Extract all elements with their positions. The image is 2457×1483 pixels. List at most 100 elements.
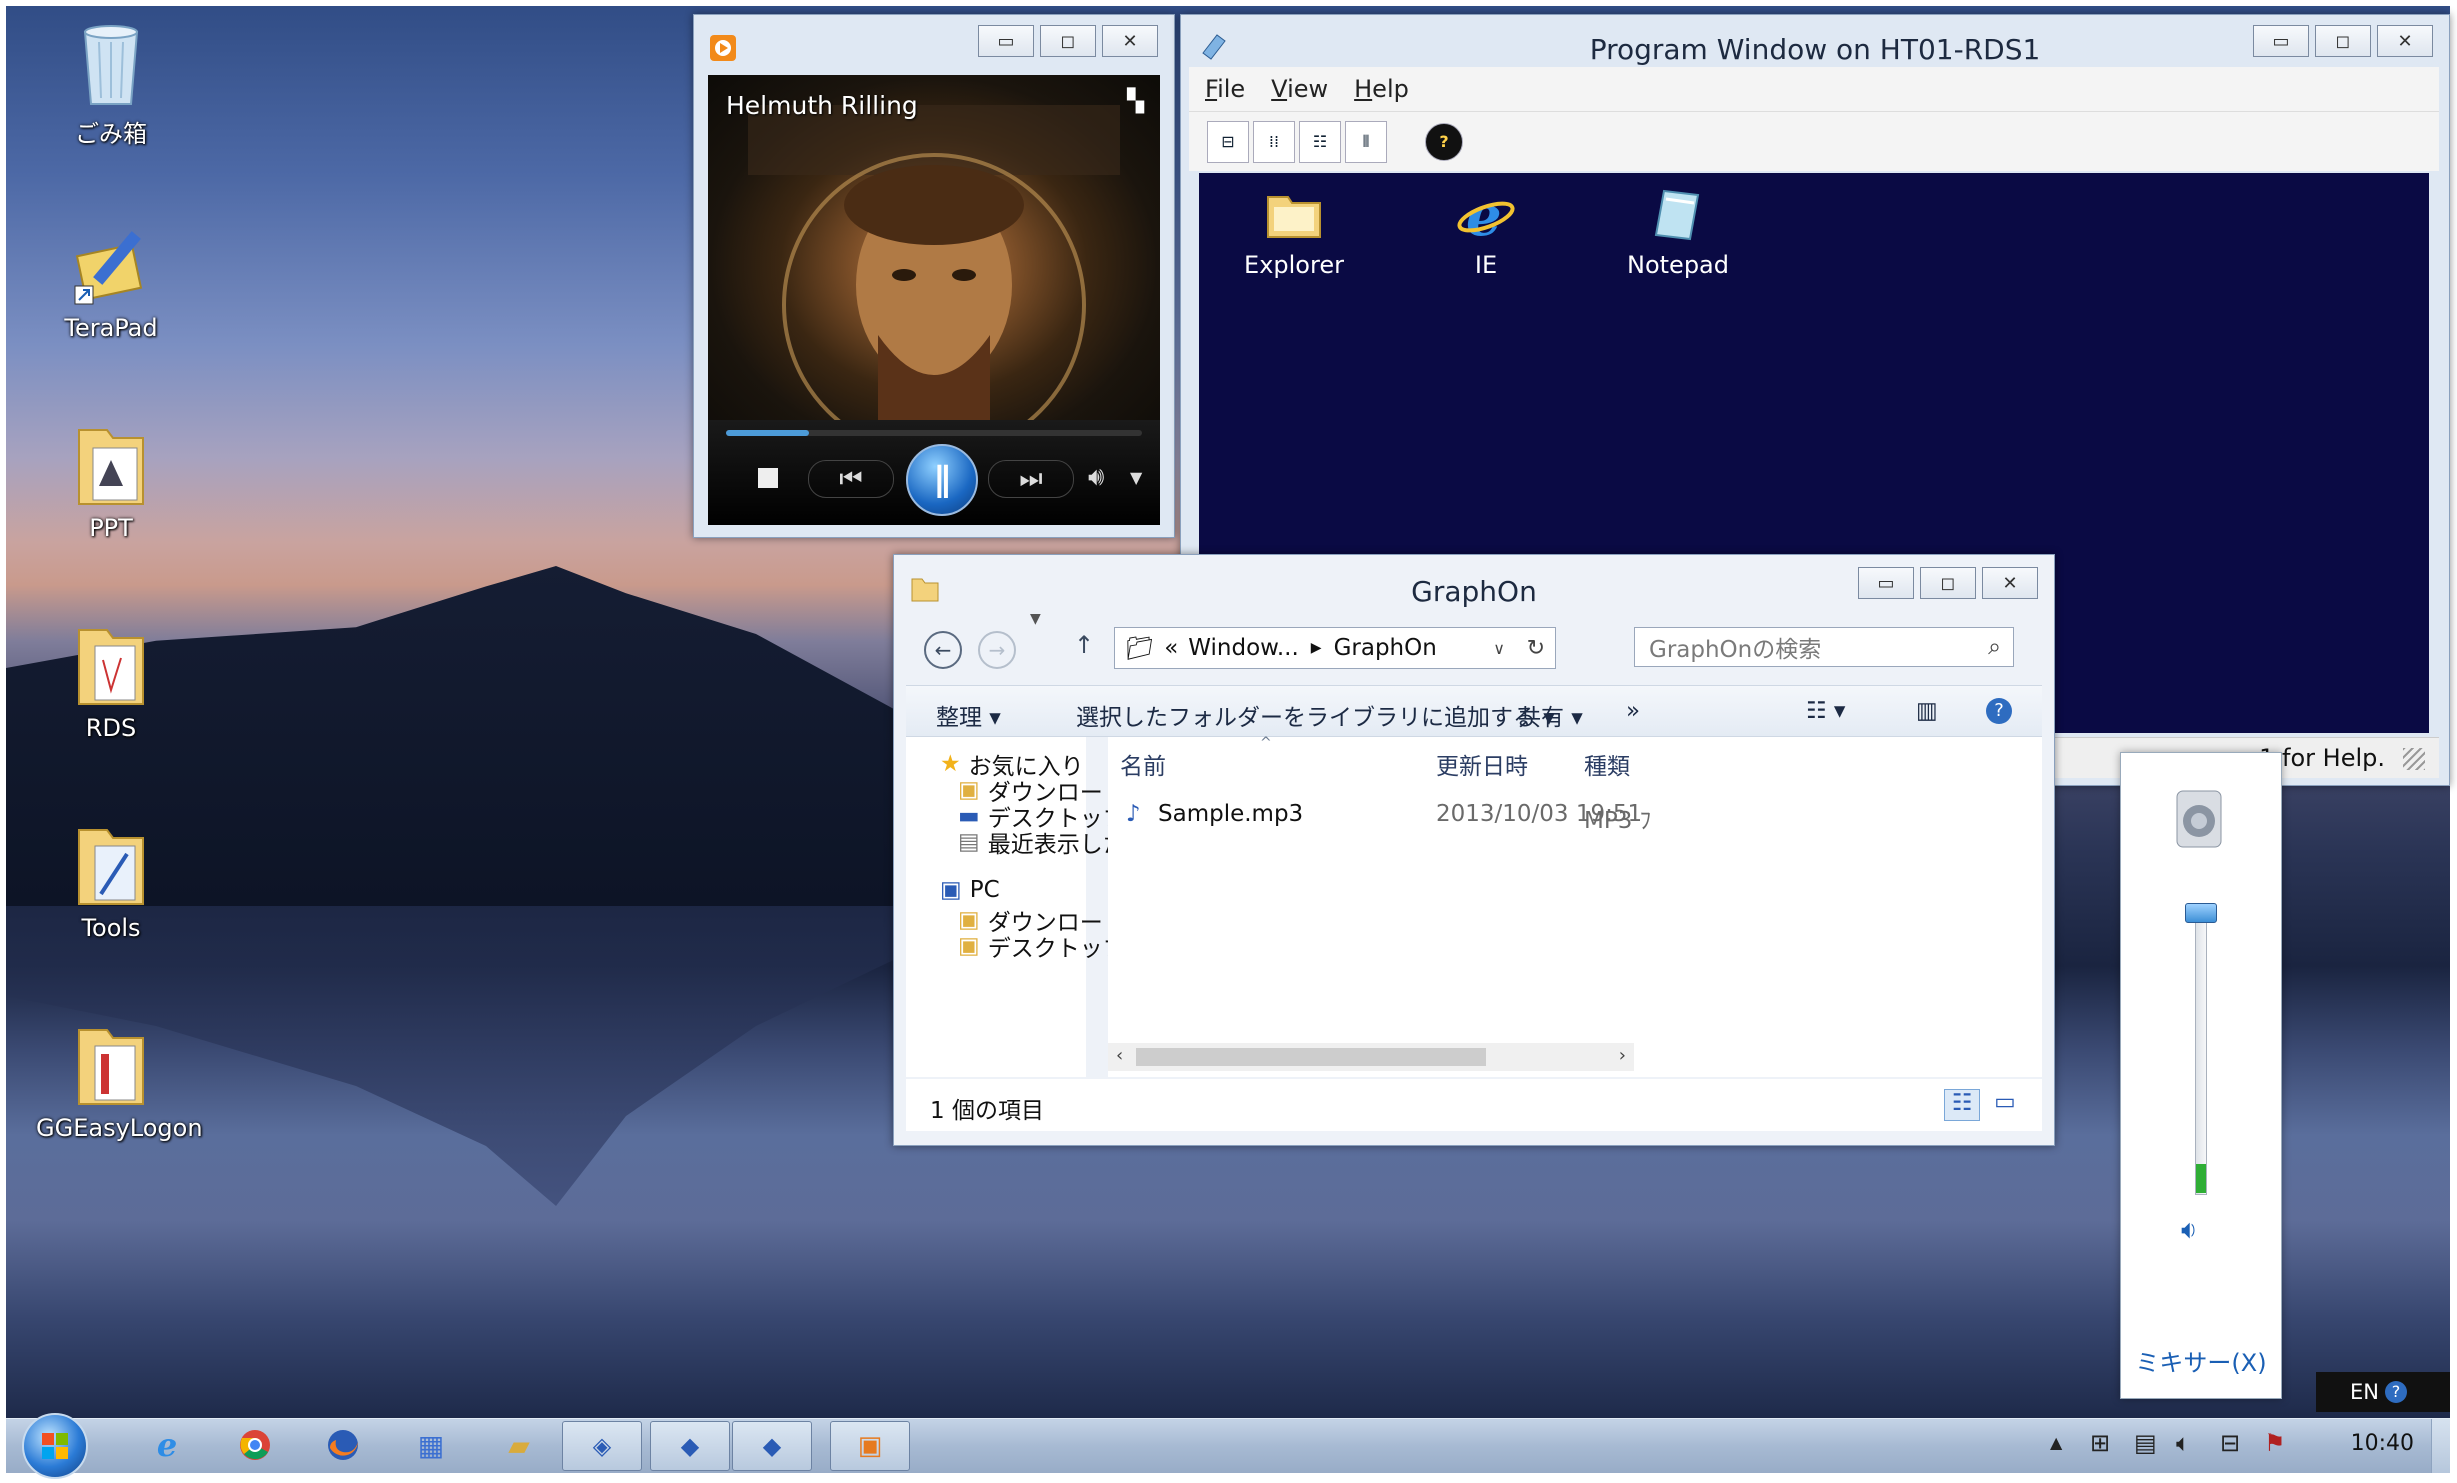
status-bar: 1 個の項目 ☷ ▭: [906, 1079, 2042, 1131]
column-name[interactable]: 名前: [1120, 747, 1166, 781]
windows-logo-icon: [42, 1433, 68, 1459]
start-button[interactable]: [22, 1413, 88, 1479]
up-icon[interactable]: ↑: [1074, 631, 1094, 659]
next-icon[interactable]: ⏭: [988, 460, 1074, 498]
network-tray-icon[interactable]: ⊟: [2220, 1429, 2240, 1457]
quick-access-dropdown-icon[interactable]: ▼: [1030, 611, 1041, 627]
back-icon[interactable]: ←: [924, 631, 962, 669]
breadcrumb-item[interactable]: Window...: [1188, 635, 1299, 661]
breadcrumb-item[interactable]: GraphOn: [1334, 635, 1437, 661]
large-icons-view-icon[interactable]: ⊟: [1207, 120, 1249, 163]
desktop-icon-terapad[interactable]: TeraPad: [36, 220, 186, 342]
forward-icon[interactable]: →: [978, 631, 1016, 669]
taskbar-graphon-app-icon[interactable]: ◈: [562, 1421, 642, 1471]
taskbar: e ▦ ▰ ◈ ◆ ◆ ▣ ▲ ⊞ ▤ 🔈︎ ⊟ ⚑ 10:40: [6, 1413, 2450, 1479]
clock[interactable]: 10:40: [2351, 1431, 2414, 1456]
stop-icon[interactable]: [758, 468, 778, 488]
mute-toggle-icon[interactable]: 🔉︎: [2181, 1215, 2197, 1246]
maximize-button[interactable]: ◻: [2315, 25, 2371, 57]
close-button[interactable]: ✕: [1102, 25, 1158, 57]
pause-button[interactable]: ∥: [906, 444, 978, 516]
column-type[interactable]: 種類: [1584, 747, 1630, 781]
taskbar-program-window-icon[interactable]: ◆: [650, 1421, 730, 1471]
help-icon[interactable]: ?: [1425, 122, 1463, 161]
nav-pc[interactable]: ▣ PC: [940, 877, 1000, 903]
action-center-flag-icon[interactable]: ⚑: [2264, 1429, 2286, 1457]
explorer-window[interactable]: ▼ GraphOn ▭ ◻ ✕ ← → ↑ 📁︎ « Window... ▶ G…: [893, 554, 2055, 1146]
file-name: Sample.mp3: [1158, 801, 1304, 827]
help-icon[interactable]: ?: [2384, 1381, 2407, 1403]
taskbar-file-explorer-icon[interactable]: ▰: [480, 1421, 558, 1469]
show-hidden-icons-icon[interactable]: ▲: [2050, 1433, 2062, 1452]
taskbar-control-panel-icon[interactable]: ▦: [392, 1421, 470, 1469]
volume-level-fill: [2196, 1164, 2206, 1193]
mixer-link[interactable]: ミキサー(X): [2121, 1343, 2281, 1378]
windows-tray-icon[interactable]: ⊞: [2090, 1429, 2110, 1457]
volume-slider[interactable]: [2185, 903, 2217, 1195]
volume-icon[interactable]: 🔊︎: [1088, 462, 1104, 493]
address-dropdown-icon[interactable]: ∨: [1493, 639, 1505, 658]
program-notepad[interactable]: Notepad: [1613, 185, 1743, 279]
view-options-icon[interactable]: ☷ ▾: [1806, 698, 1845, 724]
program-explorer[interactable]: Explorer: [1229, 185, 1359, 279]
maximize-button[interactable]: ◻: [1040, 25, 1096, 57]
taskbar-media-player-icon[interactable]: ▣: [830, 1421, 910, 1471]
horizontal-scrollbar[interactable]: ‹ ›: [1108, 1043, 1634, 1071]
volume-slider-thumb[interactable]: [2185, 903, 2217, 923]
scroll-right-icon[interactable]: ›: [1619, 1045, 1626, 1066]
scroll-thumb[interactable]: [1136, 1048, 1486, 1066]
search-placeholder: GraphOnの検索: [1649, 637, 1822, 663]
taskbar-ie-icon[interactable]: e: [128, 1421, 206, 1469]
help-icon[interactable]: ?: [1986, 698, 2012, 724]
menu-help[interactable]: Help: [1354, 75, 1409, 103]
taskbar-chrome-icon[interactable]: [216, 1421, 294, 1469]
desktop-icon-ppt[interactable]: PPT: [36, 420, 186, 542]
desktop-icon-ggeasylogon[interactable]: GGEasyLogon: [36, 1020, 203, 1142]
add-to-library-button[interactable]: 選択したフォルダーをライブラリに追加する ▾: [1076, 698, 1555, 732]
large-icons-toggle-icon[interactable]: ▭: [1988, 1089, 2022, 1119]
taskbar-program-window-icon-2[interactable]: ◆: [732, 1421, 812, 1471]
resize-grip-icon[interactable]: [2403, 748, 2425, 770]
desktop-icon-tools[interactable]: Tools: [36, 820, 186, 942]
organize-button[interactable]: 整理 ▾: [936, 698, 1001, 732]
share-button[interactable]: 共有 ▾: [1518, 698, 1583, 732]
seek-bar[interactable]: [726, 430, 1142, 436]
switch-view-icon[interactable]: ▚: [1127, 89, 1144, 114]
media-player-window[interactable]: ▭ ◻ ✕ Helmuth Rilling ▚ ⏮ ∥ ⏭ 🔊︎ ▼: [693, 14, 1175, 538]
show-desktop-button[interactable]: [2431, 1419, 2450, 1473]
address-bar[interactable]: 📁︎ « Window... ▶ GraphOn ∨ ↻: [1114, 627, 1556, 669]
scroll-left-icon[interactable]: ‹: [1116, 1045, 1123, 1066]
small-icons-view-icon[interactable]: ⁞⁞: [1253, 120, 1295, 163]
desktop-icon-recycle-bin[interactable]: ごみ箱: [36, 20, 186, 149]
minimize-button[interactable]: ▭: [2253, 25, 2309, 57]
taskbar-firefox-icon[interactable]: [304, 1421, 382, 1469]
preview-pane-icon[interactable]: ▥: [1916, 698, 1938, 724]
search-icon[interactable]: ⌕: [1988, 634, 2001, 660]
speaker-tray-icon[interactable]: 🔈︎: [2176, 1429, 2190, 1457]
menu-view[interactable]: View: [1271, 75, 1328, 103]
table-row[interactable]: ♪ Sample.mp3 2013/10/03 19:51 MP3 ﾌ: [1120, 801, 2020, 835]
maximize-button[interactable]: ◻: [1920, 567, 1976, 599]
language-indicator[interactable]: EN: [2350, 1380, 2379, 1404]
breadcrumb-overflow[interactable]: «: [1164, 635, 1178, 661]
details-view-toggle-icon[interactable]: ☷: [1944, 1089, 1980, 1121]
close-button[interactable]: ✕: [2377, 25, 2433, 57]
program-ie[interactable]: e IE: [1421, 183, 1551, 279]
menu-file[interactable]: File: [1205, 75, 1245, 103]
volume-dropdown-icon[interactable]: ▼: [1130, 468, 1142, 487]
previous-icon[interactable]: ⏮: [808, 460, 894, 498]
clipboard-tray-icon[interactable]: ▤: [2134, 1429, 2157, 1457]
refresh-icon[interactable]: ↻: [1527, 636, 1545, 661]
close-button[interactable]: ✕: [1982, 567, 2038, 599]
search-box[interactable]: GraphOnの検索 ⌕: [1634, 627, 2014, 667]
list-view-icon[interactable]: ☷: [1299, 120, 1341, 163]
minimize-button[interactable]: ▭: [1858, 567, 1914, 599]
column-modified[interactable]: 更新日時: [1436, 747, 1528, 781]
desktop-icon-rds[interactable]: RDS: [36, 620, 186, 742]
details-view-icon[interactable]: ⦀: [1345, 120, 1387, 163]
minimize-button[interactable]: ▭: [978, 25, 1034, 57]
nav-pc-desktop[interactable]: ▣ デスクトップ: [958, 929, 1126, 963]
speaker-device-icon[interactable]: [2167, 787, 2231, 851]
more-commands-button[interactable]: »: [1626, 698, 1640, 724]
language-bar[interactable]: EN ?: [2316, 1372, 2450, 1412]
